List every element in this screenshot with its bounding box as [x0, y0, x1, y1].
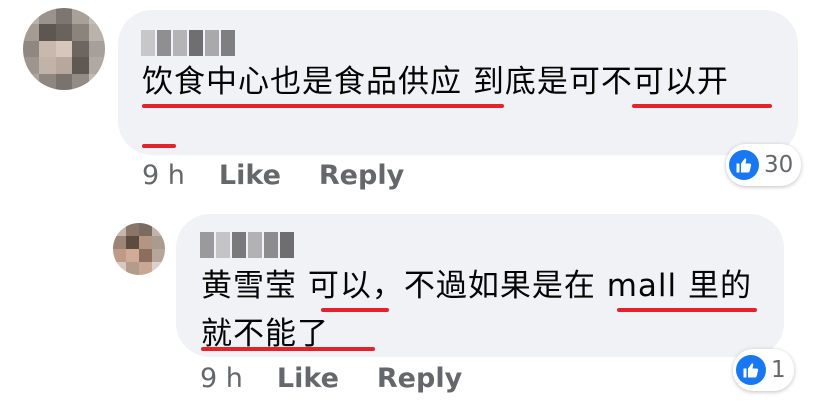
like-button[interactable]: Like — [219, 160, 281, 191]
author-name-blurred[interactable] — [200, 232, 294, 258]
reaction-count: 1 — [771, 357, 786, 383]
annotation-underline — [142, 144, 176, 148]
reply-actions: 9 h Like Reply — [200, 363, 500, 394]
comment-text: 饮食中心也是食品供应 到底是可不可以开 — [142, 64, 729, 100]
thumbs-up-icon — [729, 150, 759, 180]
annotation-underline — [632, 104, 772, 108]
author-name-blurred[interactable] — [141, 30, 235, 56]
comment-timestamp[interactable]: 9 h — [142, 160, 185, 191]
reaction-count-badge[interactable]: 30 — [726, 144, 802, 186]
thumbs-up-icon — [736, 355, 766, 385]
reaction-count-badge[interactable]: 1 — [733, 349, 794, 391]
commenter-avatar[interactable] — [23, 8, 105, 90]
comment-actions: 9 h Like Reply — [142, 160, 442, 191]
comment-timestamp[interactable]: 9 h — [200, 363, 243, 394]
like-button[interactable]: Like — [277, 363, 339, 394]
reaction-count: 30 — [764, 152, 794, 178]
commenter-avatar[interactable] — [113, 223, 165, 275]
reply-button[interactable]: Reply — [319, 160, 404, 191]
annotation-underline — [617, 308, 757, 312]
annotation-underline — [321, 308, 389, 312]
reply-button[interactable]: Reply — [377, 363, 462, 394]
annotation-underline — [142, 104, 504, 108]
annotation-underline — [201, 347, 375, 351]
